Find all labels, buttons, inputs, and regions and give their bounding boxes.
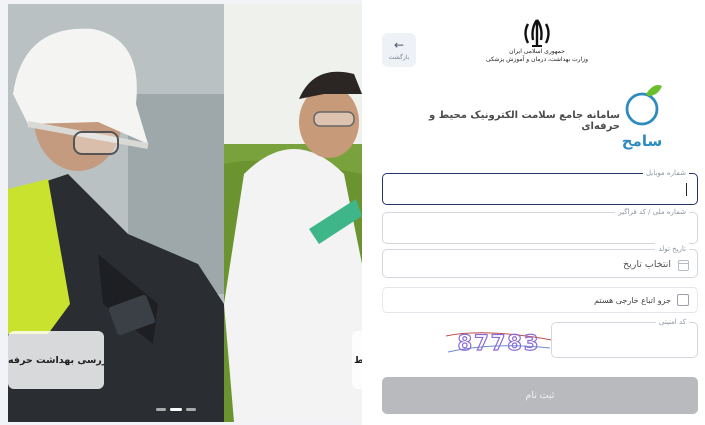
samah-logo: سامح bbox=[620, 82, 664, 152]
signup-panel: ← بازگشت جمهوری اسلامی ایران وزارت بهداش… bbox=[362, 0, 705, 425]
national-id-field[interactable]: شماره ملی / کد فراگیر bbox=[382, 206, 698, 244]
text-caret bbox=[686, 183, 687, 196]
captcha-image: 87783 bbox=[445, 330, 553, 356]
slide-dot[interactable] bbox=[156, 408, 166, 411]
foreign-national-row[interactable]: جزو اتباع خارجی هستم bbox=[382, 287, 698, 313]
image-slideshow[interactable]: بازرسی بهداشت حرفه ط bbox=[8, 4, 362, 422]
slide-caption: بازرسی بهداشت حرفه bbox=[8, 331, 104, 389]
ministry-line1: جمهوری اسلامی ایران bbox=[509, 48, 565, 55]
national-id-input[interactable] bbox=[383, 213, 697, 243]
slide-dot-active[interactable] bbox=[170, 408, 182, 411]
captcha-text: 87783 bbox=[457, 331, 540, 355]
system-title: سامانه جامع سلامت الکترونیک محیط و حرفه‌… bbox=[429, 110, 620, 132]
birth-date-label: تاریخ تولد bbox=[655, 243, 689, 255]
iran-emblem-icon bbox=[524, 19, 550, 47]
scientist-photo-illustration bbox=[224, 4, 362, 422]
birth-date-placeholder: انتخاب تاریخ bbox=[622, 259, 671, 270]
mobile-field[interactable]: شماره موبایل bbox=[382, 167, 698, 205]
birth-date-field[interactable]: تاریخ تولد انتخاب تاریخ bbox=[382, 243, 698, 278]
logo-wordmark: سامح bbox=[622, 132, 662, 150]
back-button[interactable]: ← بازگشت bbox=[382, 33, 416, 67]
slide-environment-photo bbox=[224, 4, 362, 422]
slide-dot[interactable] bbox=[186, 408, 196, 411]
slide-caption-next: ط bbox=[352, 331, 362, 389]
mobile-input[interactable] bbox=[383, 174, 697, 204]
slideshow-pagination bbox=[156, 408, 196, 411]
captcha-field[interactable]: کد امنیتی bbox=[551, 316, 698, 358]
samah-logo-icon: سامح bbox=[622, 85, 662, 150]
calendar-icon[interactable] bbox=[678, 260, 689, 271]
ministry-line2: وزارت بهداشت، درمان و آموزش پزشکی bbox=[485, 56, 589, 63]
arrow-left-icon: ← bbox=[393, 38, 405, 52]
back-label: بازگشت bbox=[388, 54, 410, 61]
signup-page: بازرسی بهداشت حرفه ط ← بازگشت جمهوری اسل… bbox=[0, 0, 705, 425]
register-button[interactable]: ثبت نام bbox=[382, 377, 698, 414]
captcha-input[interactable] bbox=[552, 323, 697, 357]
foreign-national-label: جزو اتباع خارجی هستم bbox=[594, 295, 671, 305]
foreign-national-checkbox[interactable] bbox=[677, 294, 689, 306]
ministry-emblem: جمهوری اسلامی ایران وزارت بهداشت، درمان … bbox=[482, 18, 592, 78]
slide-inspector-photo: بازرسی بهداشت حرفه bbox=[8, 4, 224, 422]
